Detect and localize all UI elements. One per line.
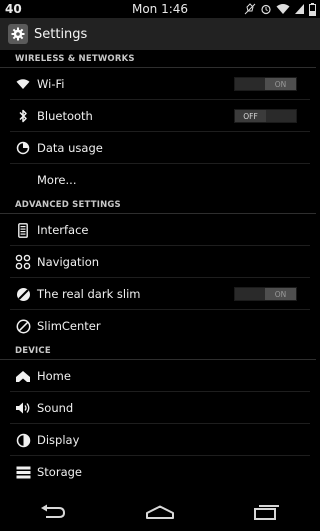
page-title: Settings xyxy=(34,26,88,42)
dark-slim-toggle-state: ON xyxy=(265,288,296,300)
more-row[interactable]: More... xyxy=(0,164,320,196)
back-icon[interactable] xyxy=(23,497,83,527)
sound-label: Sound xyxy=(37,401,74,415)
sound-icon xyxy=(14,399,32,417)
wifi-label: Wi-Fi xyxy=(37,77,65,91)
data-usage-label: Data usage xyxy=(37,141,103,155)
display-label: Display xyxy=(37,433,80,447)
bluetooth-row[interactable]: Bluetooth OFF xyxy=(0,100,320,132)
no-notifications-icon xyxy=(244,3,256,15)
interface-label: Interface xyxy=(37,223,89,237)
storage-label: Storage xyxy=(37,465,82,479)
wifi-signal-icon xyxy=(276,4,290,14)
bluetooth-toggle[interactable]: OFF xyxy=(234,109,297,123)
status-bar: 40 Mon 1:46 xyxy=(0,0,320,18)
more-label: More... xyxy=(37,173,77,187)
dark-slim-icon xyxy=(14,285,32,303)
bluetooth-icon xyxy=(14,107,32,125)
home-icon xyxy=(14,367,32,385)
display-icon xyxy=(14,431,32,449)
gear-icon[interactable] xyxy=(8,24,28,44)
slimcenter-label: SlimCenter xyxy=(37,319,101,333)
dark-slim-row[interactable]: The real dark slim ON xyxy=(0,278,320,310)
action-bar: Settings xyxy=(0,18,320,50)
home-nav-icon[interactable] xyxy=(130,497,190,527)
battery-icon xyxy=(309,2,316,16)
alarm-icon xyxy=(261,4,271,15)
sound-row[interactable]: Sound xyxy=(0,392,320,424)
section-header-wireless: WIRELESS & NETWORKS xyxy=(0,50,316,68)
navigation-row[interactable]: Navigation xyxy=(0,246,320,278)
wifi-toggle[interactable]: ON xyxy=(234,77,297,91)
storage-icon xyxy=(14,463,32,481)
bluetooth-toggle-state: OFF xyxy=(235,110,266,122)
section-header-device: DEVICE xyxy=(0,342,316,360)
slimcenter-icon xyxy=(14,317,32,335)
data-usage-row[interactable]: Data usage xyxy=(0,132,320,164)
wifi-icon xyxy=(14,75,32,93)
bluetooth-label: Bluetooth xyxy=(37,109,93,123)
slimcenter-row[interactable]: SlimCenter xyxy=(0,310,320,342)
interface-row[interactable]: Interface xyxy=(0,214,320,246)
home-row[interactable]: Home xyxy=(0,360,320,392)
status-icons xyxy=(244,2,316,16)
storage-row[interactable]: Storage xyxy=(0,456,320,488)
section-header-advanced: ADVANCED SETTINGS xyxy=(0,196,316,214)
interface-icon xyxy=(14,221,32,239)
home-label: Home xyxy=(37,369,71,383)
settings-list: WIRELESS & NETWORKS Wi-Fi ON Bluetooth O… xyxy=(0,50,320,488)
dark-slim-label: The real dark slim xyxy=(37,287,141,301)
dark-slim-toggle[interactable]: ON xyxy=(234,287,297,301)
recents-icon[interactable] xyxy=(237,497,297,527)
data-usage-icon xyxy=(14,139,32,157)
navigation-icon xyxy=(14,253,32,271)
cell-signal-icon xyxy=(295,4,304,14)
wifi-toggle-state: ON xyxy=(265,78,296,90)
wifi-row[interactable]: Wi-Fi ON xyxy=(0,68,320,100)
navigation-bar xyxy=(0,493,320,531)
navigation-label: Navigation xyxy=(37,255,100,269)
display-row[interactable]: Display xyxy=(0,424,320,456)
